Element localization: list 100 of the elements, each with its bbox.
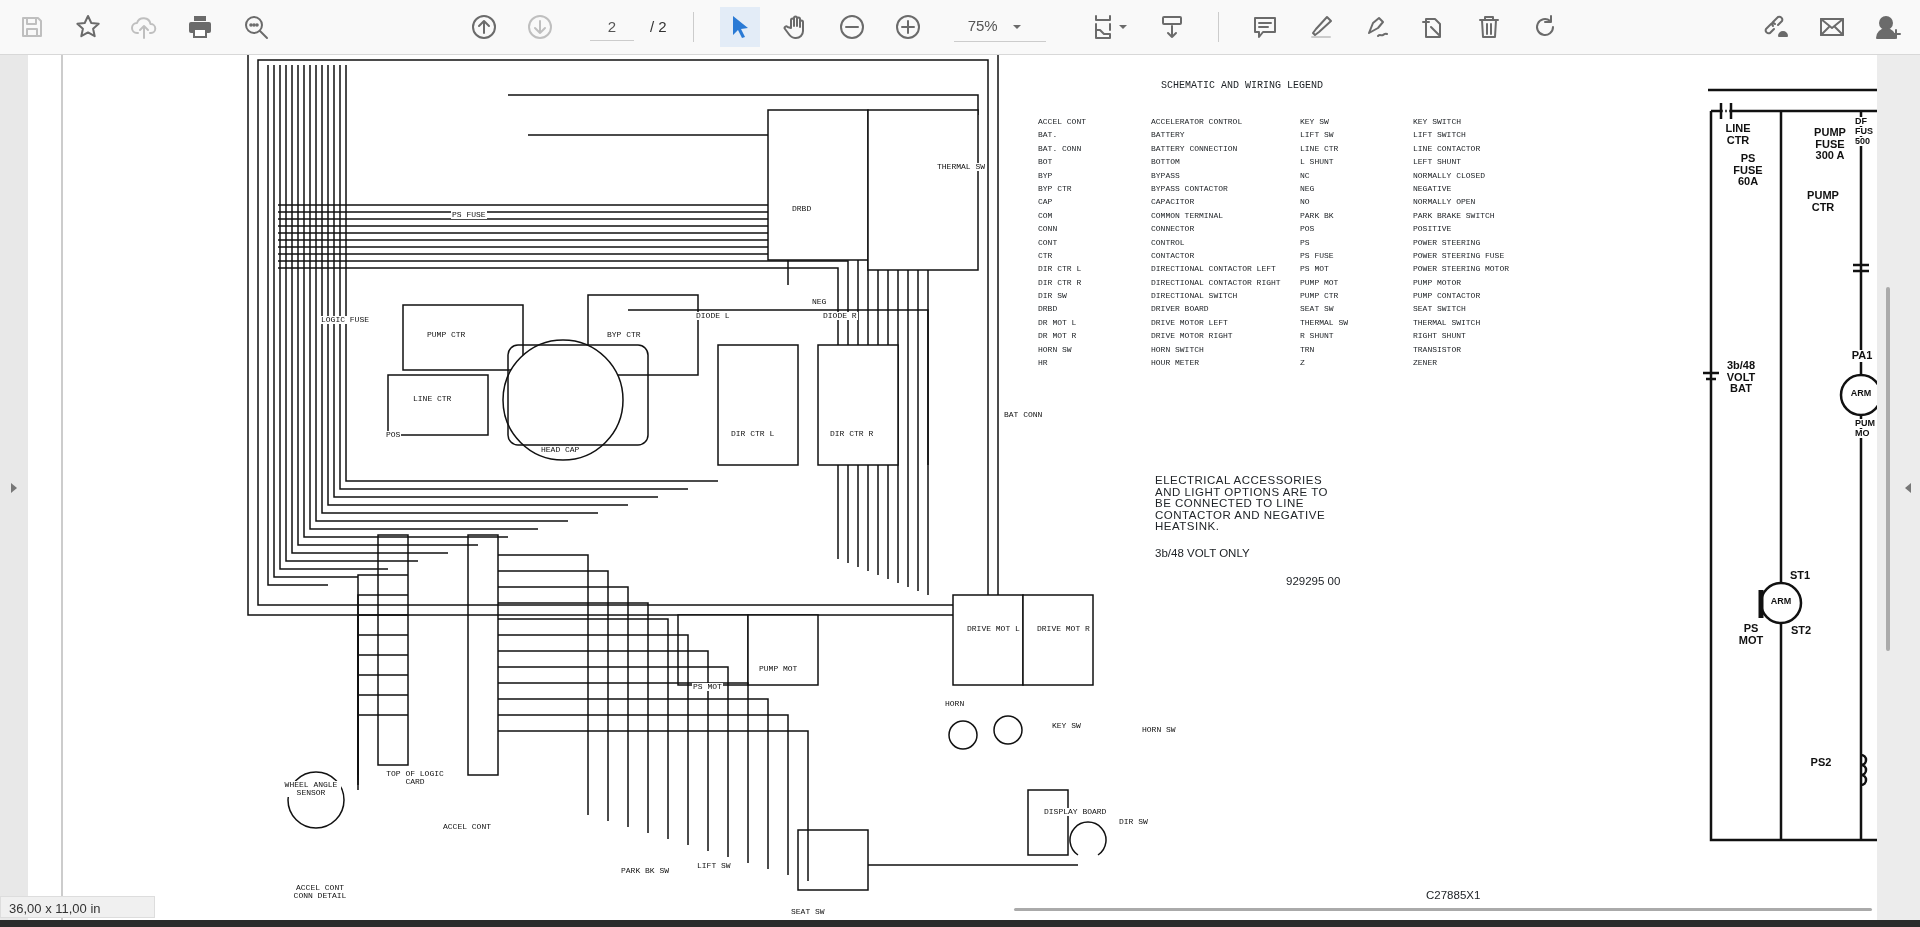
caret-icon [1117,22,1128,32]
component-label: LIFT SW [696,862,732,870]
schematic-label: FUS [1855,127,1875,137]
legend-meaning: LINE CONTACTOR [1413,143,1482,154]
legend-abbreviation: PUMP CTR [1300,291,1340,302]
legend-abbreviation: DIR CTR L [1038,264,1083,275]
component-label: DRIVE MOT L [966,625,1021,633]
schematic-label: ST1 [1788,570,1812,582]
component-label: HORN SW [1141,726,1177,734]
component-label: DIR CTR R [829,430,875,438]
collapse-panel-icon[interactable] [1904,482,1912,494]
page-size-status: 36,00 x 11,00 in [0,896,155,918]
legend-meaning: CONTACTOR [1151,250,1196,261]
component-label: KEY SW [1051,722,1082,730]
legend-abbreviation: BYP CTR [1038,183,1073,194]
schematic-label: ARM [1769,597,1793,607]
legend-abbreviation: TRN [1300,344,1316,355]
legend-meaning: DRIVE MOTOR RIGHT [1151,331,1234,342]
expand-panel-icon[interactable] [10,481,18,494]
legend-meaning: RIGHT SHUNT [1413,331,1467,342]
component-label: NEG [811,298,828,306]
component-label: SEAT SW [790,908,826,916]
legend-abbreviation: Z [1300,358,1306,369]
component-label: WHEEL ANGLE SENSOR [281,781,341,797]
legend-abbreviation: CONN [1038,224,1059,235]
legend-abbreviation: COM [1038,210,1054,221]
legend-abbreviation: CAP [1038,197,1054,208]
legend-meaning: HORN SWITCH [1151,344,1205,355]
legend-title: SCHEMATIC AND WIRING LEGEND [1161,79,1324,93]
legend-meaning: CONTROL [1151,237,1186,248]
legend-meaning: POWER STEERING MOTOR [1413,264,1510,275]
component-label: PS FUSE [451,211,487,219]
legend-meaning: SEAT SWITCH [1413,304,1467,315]
component-label: DIR CTR L [730,430,776,438]
component-label: LOGIC FUSE [320,316,370,324]
component-label: DRBD [791,205,813,213]
legend-abbreviation: ACCEL CONT [1038,117,1087,127]
legend-meaning: DIRECTIONAL SWITCH [1151,291,1239,302]
component-label: BYP CTR [606,331,642,339]
legend-abbreviation: BOT [1038,157,1054,168]
zoom-field[interactable]: 75% [953,12,1046,42]
legend-abbreviation: R SHUNT [1300,331,1335,342]
legend-meaning: NEGATIVE [1413,183,1453,194]
cursor-button[interactable] [719,7,760,47]
scrollbar-thumb[interactable] [1886,287,1890,651]
component-label: THERMAL SW [936,163,986,171]
component-label: PARK BK SW [620,867,670,875]
zoom-out-icon [837,13,866,41]
component-label: DIODE R [822,312,858,320]
legend-abbreviation: KEY SW [1300,117,1330,127]
legend-abbreviation: DIR CTR R [1038,277,1083,288]
legend-meaning: DRIVE MOTOR LEFT [1151,317,1229,328]
legend-meaning: LIFT SWITCH [1413,130,1467,141]
print-icon [186,13,214,41]
legend-abbreviation: LIFT SW [1300,130,1335,141]
component-label: HEAD CAP [540,446,581,454]
legend-meaning: DIRECTIONAL CONTACTOR RIGHT [1151,277,1282,288]
legend-meaning: BATTERY CONNECTION [1151,143,1239,154]
zoom-in-icon [893,13,922,41]
schematic-label: ARM [1849,389,1873,399]
legend-meaning: BATTERY [1151,130,1186,141]
legend-abbreviation: NC [1300,170,1311,181]
schematic-label: PS MOT [1736,623,1766,647]
legend-meaning: BYPASS CONTACTOR [1151,183,1229,194]
part-number: 929295 00 [1286,574,1341,589]
schematic-label: PS2 [1808,757,1834,769]
legend-abbreviation: THERMAL SW [1300,317,1349,328]
legend-meaning: ZENER [1413,358,1438,369]
legend-abbreviation: BAT. CONN [1038,143,1083,154]
legend-meaning: COMMON TERMINAL [1151,210,1224,221]
legend-abbreviation: BYP [1038,170,1054,181]
schematic-label: ST2 [1788,625,1814,637]
legend-abbreviation: HORN SW [1038,344,1073,355]
component-label: ACCEL CONT [442,823,492,831]
legend-meaning: KEY SWITCH [1413,117,1462,127]
legend-meaning: BOTTOM [1151,157,1181,168]
legend-abbreviation: NEG [1300,183,1316,194]
drawing-number: C27885X1 [1426,888,1481,903]
legend-abbreviation: PS MOT [1300,264,1330,275]
legend-meaning: POWER STEERING [1413,237,1482,248]
legend-abbreviation: HR [1038,358,1049,369]
component-label: DRIVE MOT R [1036,625,1091,633]
scrollbar-thumb[interactable] [1014,908,1872,911]
search-icon [242,13,270,41]
user-add-icon [1874,13,1902,41]
legend-meaning: PUMP MOTOR [1413,277,1462,288]
legend-meaning: NORMALLY CLOSED [1413,170,1486,181]
page-number-field[interactable]: 2 [590,13,634,41]
legend-meaning: BYPASS [1151,170,1181,181]
component-label: DIODE L [695,312,731,320]
legend-abbreviation: PS FUSE [1300,250,1335,261]
component-label: PUMP CTR [426,331,467,339]
voltage-note: 3b/48 VOLT ONLY [1155,546,1250,561]
legend-abbreviation: L SHUNT [1300,157,1335,168]
component-label: BAT CONN [1003,411,1044,419]
legend-meaning: CAPACITOR [1151,197,1196,208]
page-total: / 2 [650,16,667,37]
legend-meaning: DRIVER BOARD [1151,304,1210,315]
legend-meaning: CONNECTOR [1151,224,1196,235]
component-label: HORN [944,700,966,708]
